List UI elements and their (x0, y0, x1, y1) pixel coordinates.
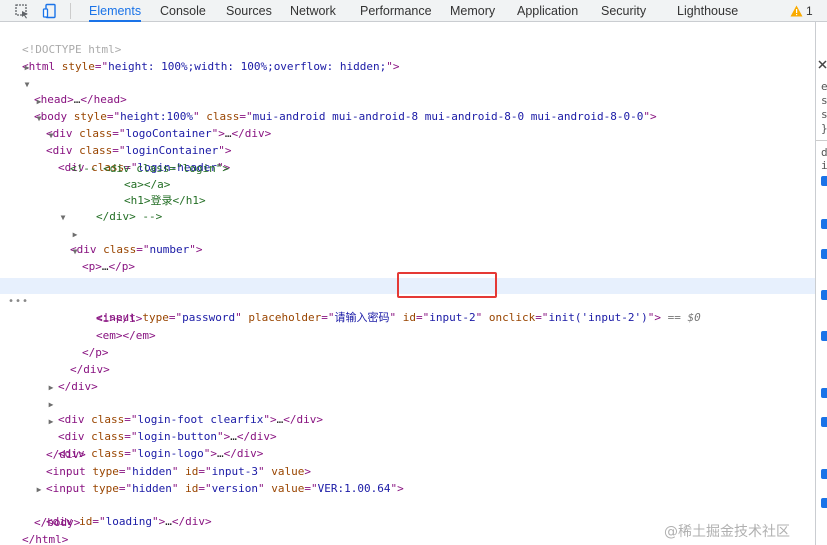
checkbox-icon[interactable] (821, 498, 827, 508)
checkbox-icon[interactable] (821, 249, 827, 259)
collapse-arrow-icon[interactable]: ▼ (34, 111, 44, 127)
devtools-toolbar: Elements Console Sources Network Perform… (0, 0, 827, 22)
tab-console[interactable]: Console (160, 0, 206, 22)
expand-arrow-icon[interactable]: ▶ (46, 414, 56, 430)
tab-elements[interactable]: Elements (76, 0, 154, 22)
dom-line-hidden-version[interactable]: <input type="hidden" id="version" value=… (0, 465, 815, 495)
styles-pane: e s s } d i (815, 22, 827, 545)
watermark: @稀土掘金技术社区 (664, 524, 790, 540)
dom-line-comment[interactable]: <!-- <div class="login"> (0, 145, 815, 175)
collapse-arrow-icon[interactable]: ▼ (46, 128, 56, 144)
dom-line-div-close[interactable]: </div> (0, 346, 815, 376)
expand-arrow-icon[interactable]: ▶ (22, 60, 32, 76)
dom-line-em[interactable]: <em></em> (0, 312, 815, 342)
checkbox-icon[interactable] (821, 417, 827, 427)
checkbox-icon[interactable] (821, 469, 827, 479)
tab-sources[interactable]: Sources (226, 0, 272, 22)
dom-line-login-button[interactable]: ▶ <div class="login-button">…</div> (0, 397, 815, 443)
dom-line-comment[interactable]: </div> --> (0, 193, 815, 223)
inspect-element-icon[interactable] (14, 3, 30, 19)
styles-fragment: i (821, 159, 827, 172)
checkbox-icon[interactable] (821, 219, 827, 229)
dom-line-login-container[interactable]: ▼ <div class="loginContainer"> (0, 111, 815, 157)
expand-arrow-icon[interactable]: ▶ (46, 380, 56, 396)
dom-line-p-open[interactable]: ▼ <p> (0, 244, 815, 290)
tab-lighthouse[interactable]: Lighthouse (677, 0, 738, 22)
checkbox-icon[interactable] (821, 331, 827, 341)
checkbox-icon[interactable] (821, 388, 827, 398)
styles-fragment: e (821, 80, 827, 93)
toolbar-separator (70, 3, 71, 19)
dom-line-login-logo[interactable]: ▶ <div class="login-logo">…</div> (0, 414, 815, 460)
dom-line-body-close[interactable]: </body> (0, 499, 815, 529)
dom-line-loading[interactable]: ▶ <div id="loading">…</div> (0, 482, 815, 528)
tab-application[interactable]: Application (517, 0, 578, 22)
expand-arrow-icon[interactable]: ▶ (34, 94, 44, 110)
expand-arrow-icon[interactable]: ▶ (34, 482, 44, 498)
dom-line-div-close[interactable]: </div> (0, 363, 815, 393)
checkbox-icon[interactable] (821, 290, 827, 300)
styles-divider (816, 140, 827, 141)
dom-line-login-header[interactable]: ▼ <div class="login-header"> (0, 128, 815, 174)
warning-icon (790, 5, 803, 17)
dom-line-p-close[interactable]: </p> (0, 329, 815, 359)
dom-line-logo-container[interactable]: ▶ <div class="logoContainer">…</div> (0, 94, 815, 140)
dom-line-doctype[interactable]: <!DOCTYPE html> (0, 26, 815, 56)
styles-fragment: } (821, 122, 827, 135)
tab-security[interactable]: Security (601, 0, 646, 22)
dom-line-head[interactable]: ▶ <head>…</head> (0, 60, 815, 106)
dom-line-hidden-input[interactable]: <input type="hidden" id="input-3" value> (0, 448, 815, 478)
tab-network[interactable]: Network (290, 0, 336, 22)
expand-arrow-icon[interactable]: ▶ (46, 397, 56, 413)
collapse-arrow-icon[interactable]: ▼ (22, 77, 32, 93)
dom-line-p-collapsed[interactable]: ▶ <p>…</p> (0, 227, 815, 273)
red-highlight-box (397, 272, 497, 298)
dom-line-login-foot[interactable]: ▶ <div class="login-foot clearfix">…</di… (0, 380, 815, 426)
dom-line-comment[interactable]: <h1>登录</h1> (0, 177, 815, 207)
expand-arrow-icon[interactable]: ▶ (70, 227, 80, 243)
collapse-arrow-icon[interactable]: ▼ (58, 210, 68, 226)
styles-fragment: s (821, 108, 827, 121)
dom-line-number[interactable]: ▼ <div class="number"> (0, 210, 815, 256)
dom-line-html[interactable]: <html style="height: 100%;width: 100%;ov… (0, 43, 815, 73)
styles-fragment: d (821, 146, 827, 159)
dom-line-body[interactable]: ▼ <body style="height:100%" class="mui-a… (0, 77, 815, 123)
collapse-arrow-icon[interactable]: ▼ (70, 244, 80, 260)
device-toolbar-icon[interactable] (42, 3, 58, 19)
dom-line-div-close[interactable]: </div> (0, 431, 815, 461)
dom-line-comment[interactable]: <a></a> (0, 161, 815, 191)
close-icon[interactable] (818, 60, 827, 69)
styles-fragment: s (821, 94, 827, 107)
checkbox-icon[interactable] (821, 176, 827, 186)
tab-performance[interactable]: Performance (360, 0, 432, 22)
warning-count: 1 (806, 4, 813, 18)
tab-memory[interactable]: Memory (450, 0, 495, 22)
